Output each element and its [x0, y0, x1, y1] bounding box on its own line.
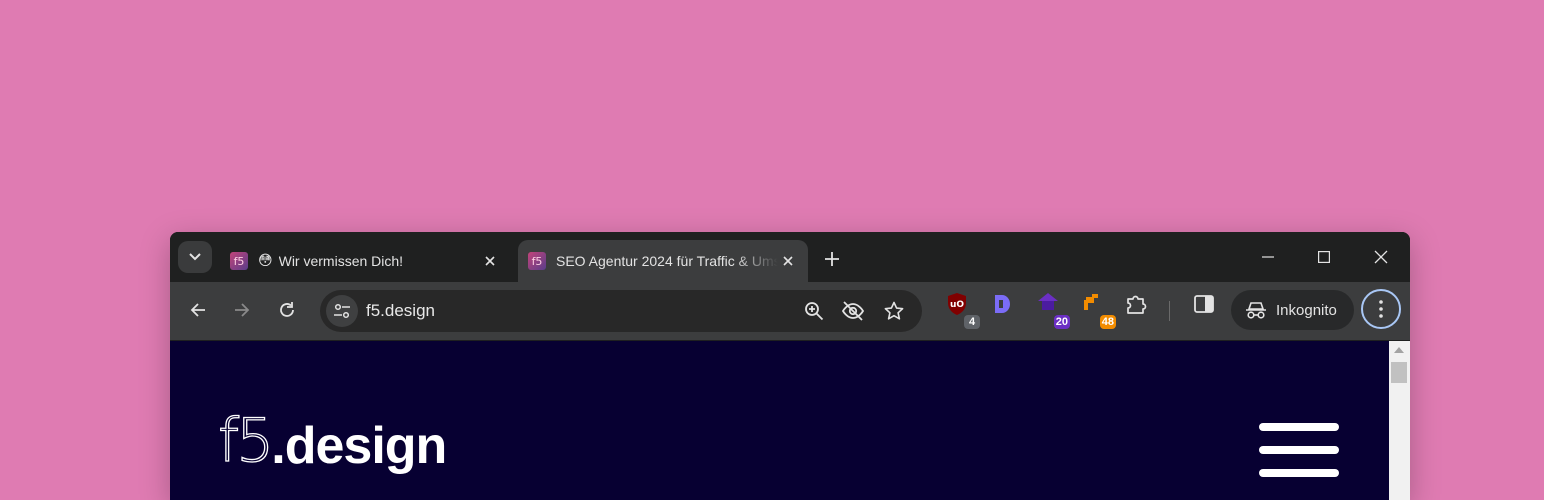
incognito-profile-button[interactable]: Inkognito [1231, 290, 1354, 330]
maximize-icon [1318, 251, 1330, 263]
favicon-icon: f5 [528, 252, 546, 270]
minimize-icon [1262, 256, 1274, 258]
minimize-button[interactable] [1253, 244, 1283, 270]
hamburger-menu-button[interactable] [1259, 423, 1339, 477]
hamburger-line [1259, 446, 1339, 454]
browser-menu-button[interactable] [1361, 289, 1401, 329]
tracking-protection-button[interactable] [841, 299, 865, 323]
d-logo-icon [995, 295, 1010, 313]
more-vert-icon [1379, 300, 1383, 318]
ublock-origin-extension[interactable]: uO 4 [944, 293, 980, 329]
reload-icon [280, 302, 294, 317]
site-info-button[interactable] [326, 295, 358, 327]
extension-badge: 48 [1099, 315, 1116, 329]
scrollbar-thumb[interactable] [1391, 362, 1407, 383]
close-icon [485, 256, 495, 266]
extension-badge: 4 [964, 315, 980, 329]
browser-window: f5 😳 Wir vermissen Dich! f5 SEO Agentur … [170, 232, 1410, 500]
close-icon [1374, 250, 1388, 264]
incognito-icon [1246, 302, 1266, 319]
toolbar: f5.design uO 4 20 48 Inkognito [170, 282, 1410, 340]
extensions-menu-button[interactable] [1120, 294, 1152, 326]
extension-badge: 20 [1053, 315, 1070, 329]
star-icon [884, 301, 904, 320]
tab-strip: f5 😳 Wir vermissen Dich! f5 SEO Agentur … [170, 232, 1410, 282]
site-logo[interactable]: f5 .design [217, 406, 447, 476]
toolbar-divider [1169, 301, 1170, 321]
close-tab-button[interactable] [480, 251, 500, 271]
hamburger-line [1259, 423, 1339, 431]
favicon-icon: f5 [230, 252, 248, 270]
close-icon [783, 256, 793, 266]
logo-design-text: .design [271, 417, 447, 475]
svg-text:uO: uO [950, 300, 964, 310]
vertical-scrollbar[interactable] [1389, 341, 1410, 500]
scroll-up-arrow[interactable] [1394, 347, 1404, 353]
tab-title: Wir vermissen Dich! [278, 253, 404, 269]
orange-puzzle-icon [1084, 294, 1098, 310]
flushed-face-emoji: 😳 [258, 253, 273, 269]
reload-button[interactable] [270, 293, 304, 327]
ublock-shield-icon: uO [948, 293, 966, 315]
purple-hat-icon [1038, 293, 1058, 310]
maximize-button[interactable] [1309, 244, 1339, 270]
puzzle-icon [1127, 295, 1147, 314]
tab-title: SEO Agentur 2024 für Traffic & Umsatz [556, 253, 778, 269]
close-tab-button[interactable] [778, 251, 798, 271]
tab-seo-agentur[interactable]: f5 SEO Agentur 2024 für Traffic & Umsatz [518, 240, 808, 282]
d-extension[interactable] [988, 294, 1020, 326]
eye-off-icon [841, 301, 865, 321]
back-button[interactable] [181, 293, 215, 327]
hamburger-line [1259, 469, 1339, 477]
orange-extension[interactable]: 48 [1080, 294, 1116, 329]
address-bar[interactable]: f5.design [320, 290, 922, 332]
arrow-right-icon [235, 303, 250, 317]
forward-button[interactable] [225, 293, 259, 327]
profile-label: Inkognito [1276, 301, 1337, 319]
page-content: f5 .design [170, 341, 1389, 500]
new-tab-button[interactable] [820, 247, 844, 271]
side-panel-icon [1194, 295, 1214, 313]
tune-icon [334, 303, 350, 319]
tab-wir-vermissen-dich[interactable]: f5 😳 Wir vermissen Dich! [220, 240, 510, 282]
plus-icon [825, 252, 839, 266]
side-panel-button[interactable] [1188, 294, 1220, 326]
zoom-button[interactable] [802, 299, 826, 323]
zoom-in-icon [805, 302, 824, 321]
chevron-down-icon [189, 253, 201, 261]
url-text[interactable]: f5.design [366, 301, 435, 321]
tab-search-button[interactable] [178, 241, 212, 273]
purple-extension[interactable]: 20 [1034, 293, 1070, 329]
close-window-button[interactable] [1366, 244, 1396, 270]
arrow-left-icon [190, 303, 205, 317]
bookmark-button[interactable] [882, 299, 906, 323]
logo-f5-text: f5 [217, 406, 275, 476]
